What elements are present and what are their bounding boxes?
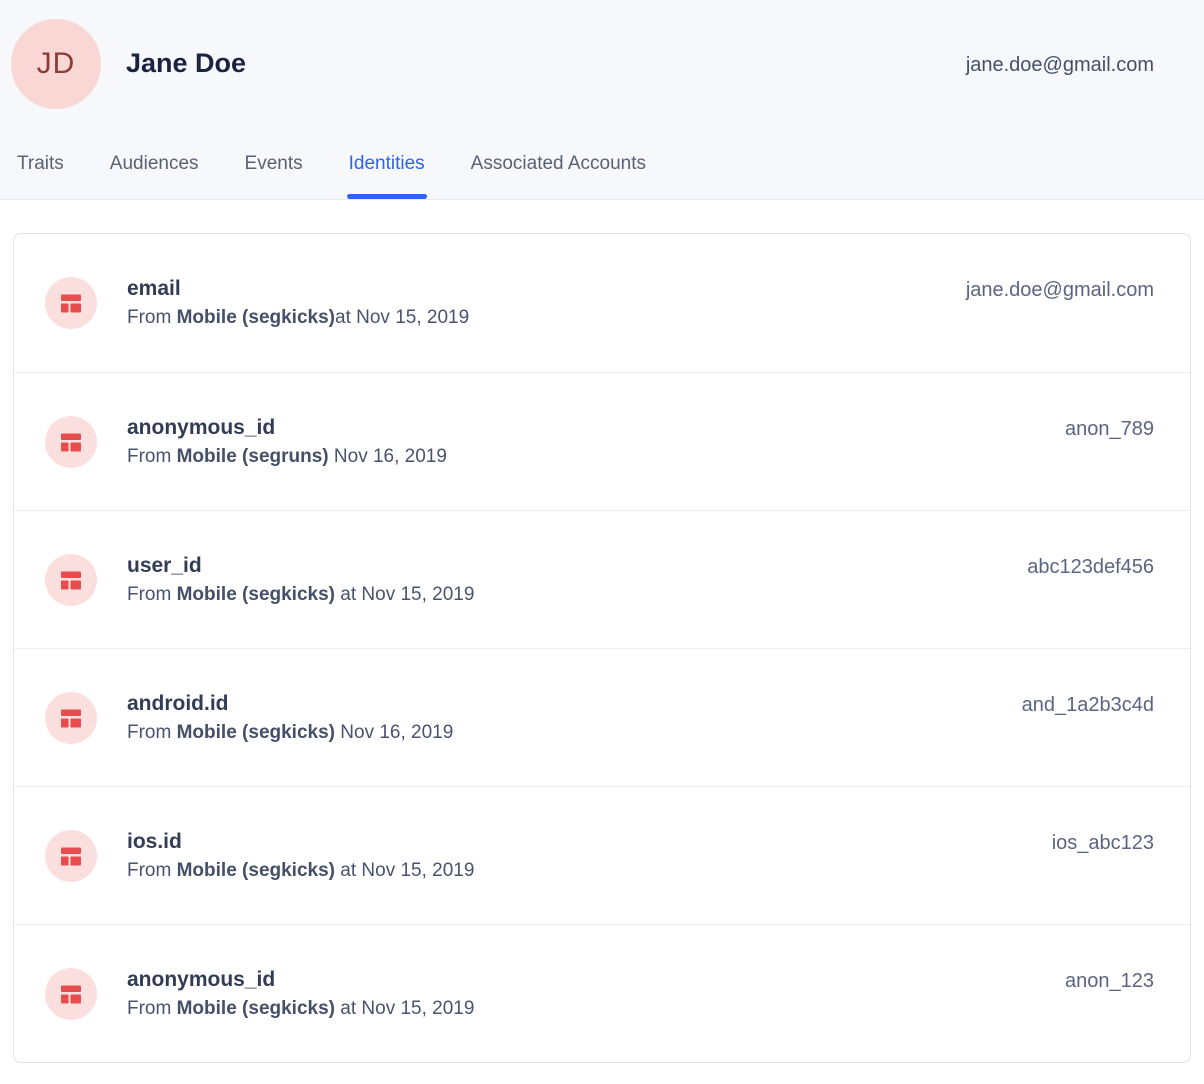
tab-associated-accounts[interactable]: Associated Accounts	[471, 153, 646, 199]
identity-date: Nov 16, 2019	[329, 446, 447, 467]
identity-source-line: From Mobile (segkicks) at Nov 15, 2019	[127, 584, 474, 606]
identity-name: ios.id	[127, 830, 474, 854]
identity-text: user_id From Mobile (segkicks) at Nov 15…	[127, 554, 474, 606]
identity-row: anonymous_id From Mobile (segruns) Nov 1…	[14, 372, 1190, 510]
identity-source-line: From Mobile (segruns) Nov 16, 2019	[127, 446, 447, 468]
identity-icon-badge	[45, 416, 97, 468]
avatar-initials: JD	[37, 47, 76, 81]
identity-row: user_id From Mobile (segkicks) at Nov 15…	[14, 510, 1190, 648]
source-name: Mobile (segruns)	[177, 446, 329, 467]
from-label: From	[127, 584, 177, 605]
identity-date: Nov 16, 2019	[335, 722, 453, 743]
identity-source-line: From Mobile (segkicks) Nov 16, 2019	[127, 722, 453, 744]
identity-row: ios.id From Mobile (segkicks) at Nov 15,…	[14, 786, 1190, 924]
identity-value: and_1a2b3c4d	[1022, 694, 1154, 717]
identity-text: ios.id From Mobile (segkicks) at Nov 15,…	[127, 830, 474, 882]
identity-name: user_id	[127, 554, 474, 578]
identity-row: email From Mobile (segkicks)at Nov 15, 2…	[14, 234, 1190, 372]
layout-icon	[59, 291, 83, 315]
layout-icon	[59, 706, 83, 730]
identity-text: anonymous_id From Mobile (segkicks) at N…	[127, 968, 474, 1020]
identity-source-line: From Mobile (segkicks) at Nov 15, 2019	[127, 860, 474, 882]
source-name: Mobile (segkicks)	[177, 584, 335, 605]
identity-date: at Nov 15, 2019	[335, 307, 469, 328]
identity-icon-badge	[45, 830, 97, 882]
identities-card: email From Mobile (segkicks)at Nov 15, 2…	[13, 233, 1191, 1063]
tab-bar: Traits Audiences Events Identities Assoc…	[17, 153, 646, 199]
tab-traits[interactable]: Traits	[17, 153, 64, 199]
identity-name: anonymous_id	[127, 416, 447, 440]
identity-icon-badge	[45, 554, 97, 606]
identity-value: ios_abc123	[1052, 832, 1154, 855]
identity-source-line: From Mobile (segkicks) at Nov 15, 2019	[127, 998, 474, 1020]
layout-icon	[59, 982, 83, 1006]
identity-source-line: From Mobile (segkicks)at Nov 15, 2019	[127, 307, 469, 329]
identity-name: anonymous_id	[127, 968, 474, 992]
from-label: From	[127, 860, 177, 881]
source-name: Mobile (segkicks)	[177, 998, 335, 1019]
identity-row: anonymous_id From Mobile (segkicks) at N…	[14, 924, 1190, 1062]
identities-panel: email From Mobile (segkicks)at Nov 15, 2…	[0, 200, 1204, 1063]
layout-icon	[59, 568, 83, 592]
from-label: From	[127, 998, 177, 1019]
page-title: Jane Doe	[126, 48, 246, 79]
from-label: From	[127, 307, 177, 328]
layout-icon	[59, 844, 83, 868]
profile-email: jane.doe@gmail.com	[966, 54, 1154, 77]
identity-date: at Nov 15, 2019	[335, 860, 474, 881]
identity-value: anon_123	[1065, 970, 1154, 993]
identity-name: email	[127, 277, 469, 301]
from-label: From	[127, 446, 177, 467]
identity-value: abc123def456	[1027, 556, 1154, 579]
identity-date: at Nov 15, 2019	[335, 998, 474, 1019]
tab-audiences[interactable]: Audiences	[110, 153, 199, 199]
tab-events[interactable]: Events	[245, 153, 303, 199]
from-label: From	[127, 722, 177, 743]
identity-text: email From Mobile (segkicks)at Nov 15, 2…	[127, 277, 469, 329]
identity-value: jane.doe@gmail.com	[966, 279, 1154, 302]
source-name: Mobile (segkicks)	[177, 307, 335, 328]
identity-icon-badge	[45, 692, 97, 744]
layout-icon	[59, 430, 83, 454]
identity-text: anonymous_id From Mobile (segruns) Nov 1…	[127, 416, 447, 468]
identity-name: android.id	[127, 692, 453, 716]
profile-header: JD Jane Doe jane.doe@gmail.com Traits Au…	[0, 0, 1204, 200]
avatar: JD	[11, 19, 101, 109]
identity-text: android.id From Mobile (segkicks) Nov 16…	[127, 692, 453, 744]
tab-identities[interactable]: Identities	[349, 153, 425, 199]
identity-value: anon_789	[1065, 418, 1154, 441]
identity-row: android.id From Mobile (segkicks) Nov 16…	[14, 648, 1190, 786]
source-name: Mobile (segkicks)	[177, 860, 335, 881]
identity-date: at Nov 15, 2019	[335, 584, 474, 605]
identity-icon-badge	[45, 968, 97, 1020]
source-name: Mobile (segkicks)	[177, 722, 335, 743]
identity-icon-badge	[45, 277, 97, 329]
